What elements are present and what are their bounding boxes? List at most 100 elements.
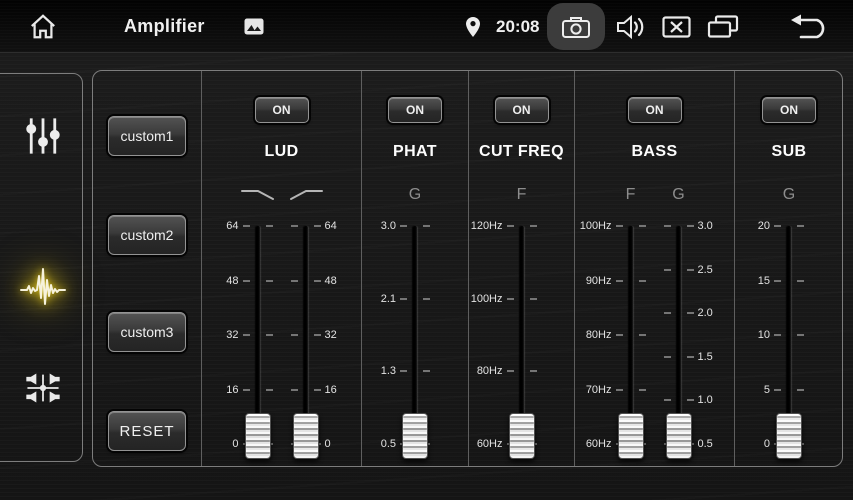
fader-thumb[interactable] <box>666 413 692 459</box>
location-indicator <box>464 0 482 53</box>
tick-mark <box>291 280 298 282</box>
camera-button[interactable] <box>547 3 605 50</box>
scale-label: 10 <box>758 329 770 341</box>
scale-label: 0.5 <box>381 438 396 450</box>
tick-mark <box>507 298 514 300</box>
gallery-icon <box>244 18 264 35</box>
volume-button[interactable] <box>614 0 648 53</box>
tick-mark <box>797 389 804 391</box>
tick-mark <box>400 298 407 300</box>
speakers-position-icon <box>23 368 63 413</box>
column-lud: ON LUD 644832160 644832160 <box>201 71 361 466</box>
bass-on-button[interactable]: ON <box>628 97 682 123</box>
cutfreq-frequency-fader[interactable]: F 120Hz100Hz80Hz60Hz <box>498 179 546 458</box>
slider-unit-label: F <box>498 179 546 211</box>
cutfreq-title: CUT FREQ <box>469 143 574 161</box>
bass-gain-fader[interactable]: G3.02.52.01.51.00.5 <box>655 179 703 458</box>
tick-mark <box>639 280 646 282</box>
scale-label: 3.0 <box>698 220 713 232</box>
scale-label: 64 <box>325 220 337 232</box>
tick-mark <box>314 389 321 391</box>
tick-mark <box>664 225 671 227</box>
tick-mark <box>243 225 250 227</box>
close-app-button[interactable] <box>660 0 692 53</box>
tick-mark <box>266 225 273 227</box>
fader-thumb[interactable] <box>293 413 319 459</box>
tick-mark <box>639 334 646 336</box>
tick-mark <box>243 280 250 282</box>
scale-label: 20 <box>758 220 770 232</box>
cutfreq-sliders: F 120Hz100Hz80Hz60Hz <box>469 179 574 458</box>
tick-mark <box>291 225 298 227</box>
gallery-button[interactable] <box>243 0 265 53</box>
scale-label: 60Hz <box>586 438 612 450</box>
fader-thumb[interactable] <box>776 413 802 459</box>
tick-mark <box>616 280 623 282</box>
custom3-button[interactable]: custom3 <box>108 312 186 352</box>
scale-label: 5 <box>764 384 770 396</box>
bass-title: BASS <box>575 143 734 161</box>
fader-thumb[interactable] <box>618 413 644 459</box>
tick-mark <box>266 389 273 391</box>
bass-frequency-fader[interactable]: F100Hz90Hz80Hz70Hz60Hz <box>607 179 655 458</box>
amplifier-panel: custom1 custom2 custom3 RESET ON LUD 644… <box>92 70 843 467</box>
lud-right-fader[interactable]: 644832160 <box>282 179 330 458</box>
status-bar: Amplifier 20:08 <box>0 0 853 53</box>
slider-scale: 3.02.52.01.51.00.5 <box>655 226 703 458</box>
back-button[interactable] <box>786 0 830 53</box>
tick-mark <box>687 225 694 227</box>
sidebar-item-equalizer[interactable] <box>21 116 65 160</box>
fader-thumb[interactable] <box>245 413 271 459</box>
tick-mark <box>639 225 646 227</box>
tick-mark <box>530 370 537 372</box>
lud-left-fader[interactable]: 644832160 <box>234 179 282 458</box>
phat-on-button[interactable]: ON <box>388 97 442 123</box>
slider-scale: 100Hz90Hz80Hz70Hz60Hz <box>607 226 655 458</box>
sub-on-button[interactable]: ON <box>762 97 816 123</box>
fader-thumb[interactable] <box>509 413 535 459</box>
column-sub: ON SUB G20151050 <box>734 71 843 466</box>
scale-label: 1.0 <box>698 394 713 406</box>
tick-mark <box>639 389 646 391</box>
tick-mark <box>314 334 321 336</box>
tick-mark <box>687 269 694 271</box>
custom2-button[interactable]: custom2 <box>108 215 186 255</box>
scale-label: 0 <box>325 438 331 450</box>
location-icon <box>465 16 481 38</box>
tick-mark <box>797 280 804 282</box>
column-phat: ON PHAT G3.02.11.30.5 <box>361 71 468 466</box>
scale-label: 16 <box>226 384 238 396</box>
fader-thumb[interactable] <box>402 413 428 459</box>
tick-mark <box>664 399 671 401</box>
scale-label: 2.1 <box>381 293 396 305</box>
scale-label: 32 <box>226 329 238 341</box>
home-button[interactable] <box>26 0 60 53</box>
back-icon <box>787 13 829 41</box>
tick-mark <box>243 389 250 391</box>
slider-scale: 644832160 <box>234 226 282 458</box>
cutfreq-on-button[interactable]: ON <box>495 97 549 123</box>
tick-mark <box>530 298 537 300</box>
slider-scale: 120Hz100Hz80Hz60Hz <box>498 226 546 458</box>
scale-label: 1.3 <box>381 365 396 377</box>
sidebar-item-sound-effects[interactable] <box>21 267 65 311</box>
phat-sliders: G3.02.11.30.5 <box>362 179 468 458</box>
sidebar <box>0 73 83 462</box>
lud-on-button[interactable]: ON <box>255 97 309 123</box>
scale-label: 120Hz <box>471 220 503 232</box>
tick-mark <box>400 370 407 372</box>
reset-button[interactable]: RESET <box>108 411 186 451</box>
scale-label: 1.5 <box>698 351 713 363</box>
phat-gain-fader[interactable]: G3.02.11.30.5 <box>391 179 439 458</box>
tick-mark <box>616 225 623 227</box>
scale-label: 48 <box>226 275 238 287</box>
presets-column: custom1 custom2 custom3 RESET <box>93 71 201 466</box>
sub-gain-fader[interactable]: G20151050 <box>765 179 813 458</box>
waveform-icon <box>19 266 67 313</box>
tick-mark <box>400 225 407 227</box>
tick-mark <box>774 334 781 336</box>
page-title: Amplifier <box>124 0 205 53</box>
recent-apps-button[interactable] <box>704 0 742 53</box>
custom1-button[interactable]: custom1 <box>108 116 186 156</box>
sidebar-item-balance-fader[interactable] <box>21 368 65 412</box>
